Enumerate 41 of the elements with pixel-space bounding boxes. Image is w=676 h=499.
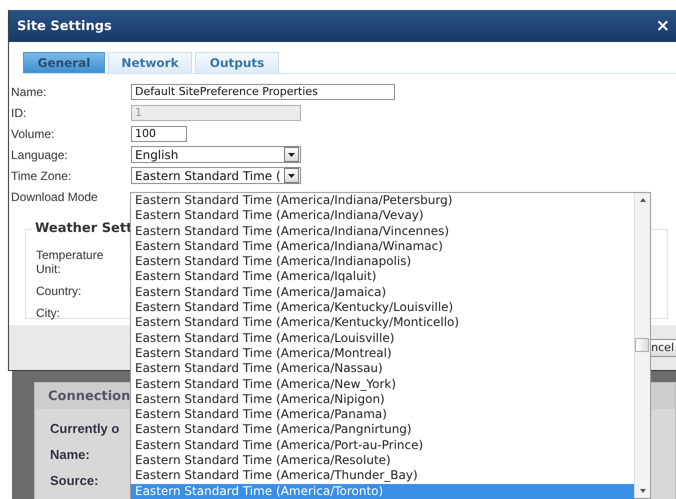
- field-label: Time Zone:: [11, 168, 72, 182]
- field-label: Language:: [11, 148, 69, 162]
- field-label: Download Mode: [11, 190, 99, 204]
- dropdown-option[interactable]: Eastern Standard Time (America/Port-au-Prince): [131, 438, 634, 454]
- field-label: Volume:: [11, 126, 56, 140]
- dropdown-field[interactable]: English: [131, 146, 301, 163]
- dropdown-option[interactable]: Eastern Standard Time (America/Nassau): [131, 361, 634, 377]
- tab[interactable]: Network: [108, 52, 192, 73]
- field-label: Name:: [11, 84, 48, 98]
- dropdown-option[interactable]: Eastern Standard Time (America/Thunder_Bay): [131, 468, 634, 484]
- field-label: Source:: [50, 473, 98, 488]
- dropdown-option[interactable]: Eastern Standard Time (America/Resolute): [131, 453, 634, 468]
- window-title: Site Settings: [17, 18, 112, 34]
- field-label: Country:: [36, 284, 82, 298]
- dropdown-option[interactable]: Eastern Standard Time (America/Indiana/Petersburg): [131, 193, 634, 208]
- dropdown-option[interactable]: Eastern Standard Time (America/Louisville): [131, 330, 634, 346]
- field-label: Name:: [50, 447, 90, 462]
- dropdown-option[interactable]: Eastern Standard Time (America/Panama): [131, 407, 634, 422]
- dropdown-option[interactable]: Eastern Standard Time (America/Jamaica): [131, 284, 634, 300]
- dropdown-option[interactable]: Eastern Standard Time (America/Indiana/Vevay): [131, 208, 634, 224]
- close-button[interactable]: ×: [654, 16, 672, 36]
- dropdown-option[interactable]: Eastern Standard Time (America/Kentucky/Louisville): [131, 300, 634, 316]
- field-label: ID:: [11, 106, 28, 120]
- field-label: City:: [36, 306, 61, 320]
- scrollbar-thumb[interactable]: [635, 338, 649, 352]
- panel-title: Connection: [48, 388, 130, 404]
- dropdown-option[interactable]: Eastern Standard Time (America/Indiana/Winamac): [131, 238, 634, 254]
- dropdown-option[interactable]: Eastern Standard Time (America/Iqaluit): [131, 269, 634, 285]
- field-label: Temperature Unit:: [36, 248, 104, 276]
- dropdown-option[interactable]: Eastern Standard Time (America/Kentucky/Monticello): [131, 315, 634, 331]
- dropdown-option[interactable]: Eastern Standard Time (America/Montreal): [131, 346, 634, 362]
- dropdown-option[interactable]: Eastern Standard Time (America/Nipigon): [131, 392, 634, 408]
- dropdown-field[interactable]: Eastern Standard Time (: [131, 167, 301, 184]
- dropdown-option[interactable]: Eastern Standard Time (America/Pangnirtung): [131, 422, 634, 438]
- input-field[interactable]: Default SitePreference Properties: [131, 84, 395, 100]
- input-field[interactable]: 100: [131, 126, 187, 142]
- dropdown-option[interactable]: Eastern Standard Time (America/Indianapolis): [131, 254, 634, 270]
- section-heading: Currently o: [50, 421, 120, 436]
- dropdown-option[interactable]: Eastern Standard Time (America/New_York): [131, 376, 634, 392]
- tab[interactable]: Outputs: [195, 52, 279, 73]
- scrollbar[interactable]: [634, 193, 650, 498]
